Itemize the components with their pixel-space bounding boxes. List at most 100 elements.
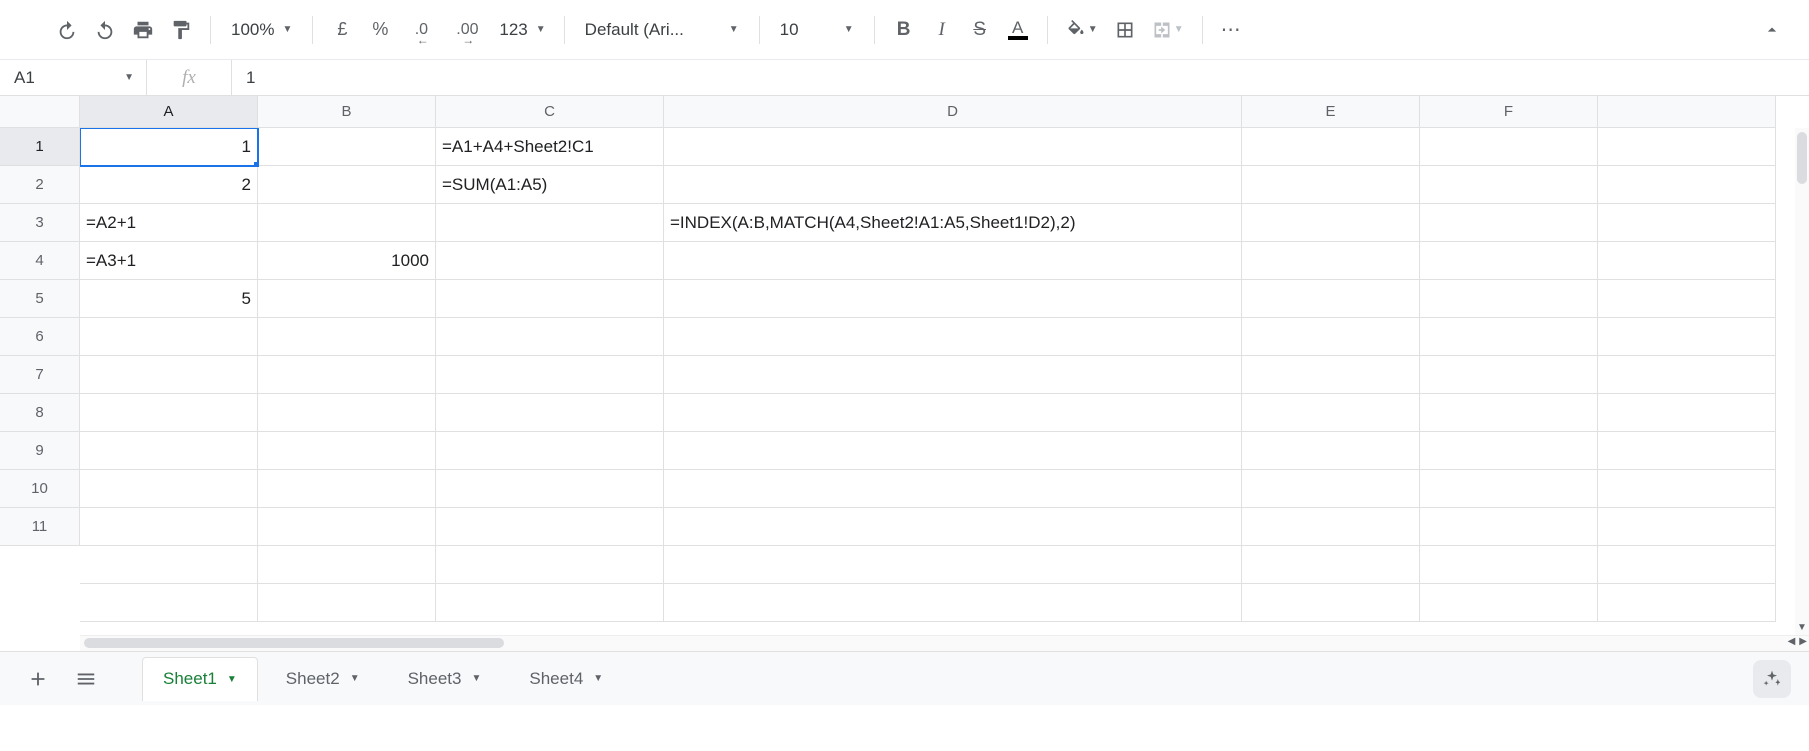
- format-percent-button[interactable]: %: [363, 13, 397, 47]
- col-header-C[interactable]: C: [436, 96, 664, 128]
- cell-F12[interactable]: [1420, 546, 1598, 584]
- cell-D3[interactable]: =INDEX(A:B,MATCH(A4,Sheet2!A1:A5,Sheet1!…: [664, 204, 1242, 242]
- cell-B4[interactable]: 1000: [258, 242, 436, 280]
- cell-C5[interactable]: [436, 280, 664, 318]
- cell-D11[interactable]: [664, 508, 1242, 546]
- increase-decimal-button[interactable]: .00 →: [445, 13, 489, 47]
- cell-E8[interactable]: [1242, 394, 1420, 432]
- select-all-corner[interactable]: [0, 96, 80, 128]
- vertical-scroll-thumb[interactable]: [1797, 132, 1807, 184]
- cell-C9[interactable]: [436, 432, 664, 470]
- row-header-2[interactable]: 2: [0, 166, 80, 204]
- cell-A6[interactable]: [80, 318, 258, 356]
- cell-B13[interactable]: [258, 584, 436, 622]
- cell-E9[interactable]: [1242, 432, 1420, 470]
- col-header-extra[interactable]: [1598, 96, 1776, 128]
- cell-E12[interactable]: [1242, 546, 1420, 584]
- sheet-tab-4[interactable]: Sheet4 ▼: [509, 657, 623, 701]
- decrease-decimal-button[interactable]: .0 ←: [401, 13, 441, 47]
- cell-B1[interactable]: [258, 128, 436, 166]
- cell-B10[interactable]: [258, 470, 436, 508]
- cell-C13[interactable]: [436, 584, 664, 622]
- cell-E11[interactable]: [1242, 508, 1420, 546]
- cell-A11[interactable]: [80, 508, 258, 546]
- row-header-11[interactable]: 11: [0, 508, 80, 546]
- cell-D10[interactable]: [664, 470, 1242, 508]
- name-box[interactable]: A1 ▼: [0, 60, 146, 95]
- scroll-down-icon[interactable]: ▼: [1797, 622, 1807, 633]
- cell-F6[interactable]: [1420, 318, 1598, 356]
- font-dropdown[interactable]: Default (Ari... ▼: [577, 13, 747, 47]
- row-header-7[interactable]: 7: [0, 356, 80, 394]
- more-button[interactable]: ⋯: [1215, 13, 1249, 47]
- cell-D7[interactable]: [664, 356, 1242, 394]
- cell-B7[interactable]: [258, 356, 436, 394]
- cell-A1[interactable]: 1: [80, 128, 258, 166]
- cell-F7[interactable]: [1420, 356, 1598, 394]
- cell-F1[interactable]: [1420, 128, 1598, 166]
- cell-D1[interactable]: [664, 128, 1242, 166]
- vertical-scrollbar[interactable]: ▼: [1795, 128, 1809, 635]
- bold-button[interactable]: B: [887, 13, 921, 47]
- cell-C11[interactable]: [436, 508, 664, 546]
- print-button[interactable]: [126, 13, 160, 47]
- format-currency-button[interactable]: £: [325, 13, 359, 47]
- cell-F11[interactable]: [1420, 508, 1598, 546]
- cell-F13[interactable]: [1420, 584, 1598, 622]
- fill-color-button[interactable]: ▼: [1060, 13, 1104, 47]
- cell-F9[interactable]: [1420, 432, 1598, 470]
- row-header-6[interactable]: 6: [0, 318, 80, 356]
- cell-E3[interactable]: [1242, 204, 1420, 242]
- cell-G6[interactable]: [1598, 318, 1776, 356]
- add-sheet-button[interactable]: [18, 659, 58, 699]
- cell-E1[interactable]: [1242, 128, 1420, 166]
- cell-E4[interactable]: [1242, 242, 1420, 280]
- cell-A12[interactable]: [80, 546, 258, 584]
- cell-G1[interactable]: [1598, 128, 1776, 166]
- cell-C6[interactable]: [436, 318, 664, 356]
- text-color-button[interactable]: A: [1001, 13, 1035, 47]
- col-header-B[interactable]: B: [258, 96, 436, 128]
- cell-E10[interactable]: [1242, 470, 1420, 508]
- italic-button[interactable]: I: [925, 13, 959, 47]
- cell-C2[interactable]: =SUM(A1:A5): [436, 166, 664, 204]
- cell-G13[interactable]: [1598, 584, 1776, 622]
- font-size-dropdown[interactable]: 10 ▼: [772, 13, 862, 47]
- all-sheets-button[interactable]: [66, 659, 106, 699]
- col-header-D[interactable]: D: [664, 96, 1242, 128]
- cell-F8[interactable]: [1420, 394, 1598, 432]
- redo-button[interactable]: [88, 13, 122, 47]
- cell-G11[interactable]: [1598, 508, 1776, 546]
- more-formats-dropdown[interactable]: 123 ▼: [493, 13, 551, 47]
- cell-D9[interactable]: [664, 432, 1242, 470]
- cell-C7[interactable]: [436, 356, 664, 394]
- cell-F5[interactable]: [1420, 280, 1598, 318]
- row-header-8[interactable]: 8: [0, 394, 80, 432]
- collapse-toolbar-button[interactable]: [1755, 13, 1789, 47]
- sheet-tab-3[interactable]: Sheet3 ▼: [388, 657, 502, 701]
- cell-C8[interactable]: [436, 394, 664, 432]
- cell-A7[interactable]: [80, 356, 258, 394]
- scroll-left-icon[interactable]: ◀: [1788, 636, 1796, 647]
- cell-B5[interactable]: [258, 280, 436, 318]
- cell-F4[interactable]: [1420, 242, 1598, 280]
- explore-button[interactable]: [1753, 660, 1791, 698]
- zoom-dropdown[interactable]: 100% ▼: [223, 13, 300, 47]
- cell-C3[interactable]: [436, 204, 664, 242]
- formula-input[interactable]: 1: [232, 60, 1809, 95]
- cell-D13[interactable]: [664, 584, 1242, 622]
- cell-E6[interactable]: [1242, 318, 1420, 356]
- merge-cells-button[interactable]: ▼: [1146, 13, 1190, 47]
- cell-C12[interactable]: [436, 546, 664, 584]
- cell-A13[interactable]: [80, 584, 258, 622]
- cell-C10[interactable]: [436, 470, 664, 508]
- borders-button[interactable]: [1108, 13, 1142, 47]
- cell-G4[interactable]: [1598, 242, 1776, 280]
- cell-E5[interactable]: [1242, 280, 1420, 318]
- col-header-E[interactable]: E: [1242, 96, 1420, 128]
- cell-F3[interactable]: [1420, 204, 1598, 242]
- cell-G8[interactable]: [1598, 394, 1776, 432]
- cell-F2[interactable]: [1420, 166, 1598, 204]
- cell-D6[interactable]: [664, 318, 1242, 356]
- cell-A2[interactable]: 2: [80, 166, 258, 204]
